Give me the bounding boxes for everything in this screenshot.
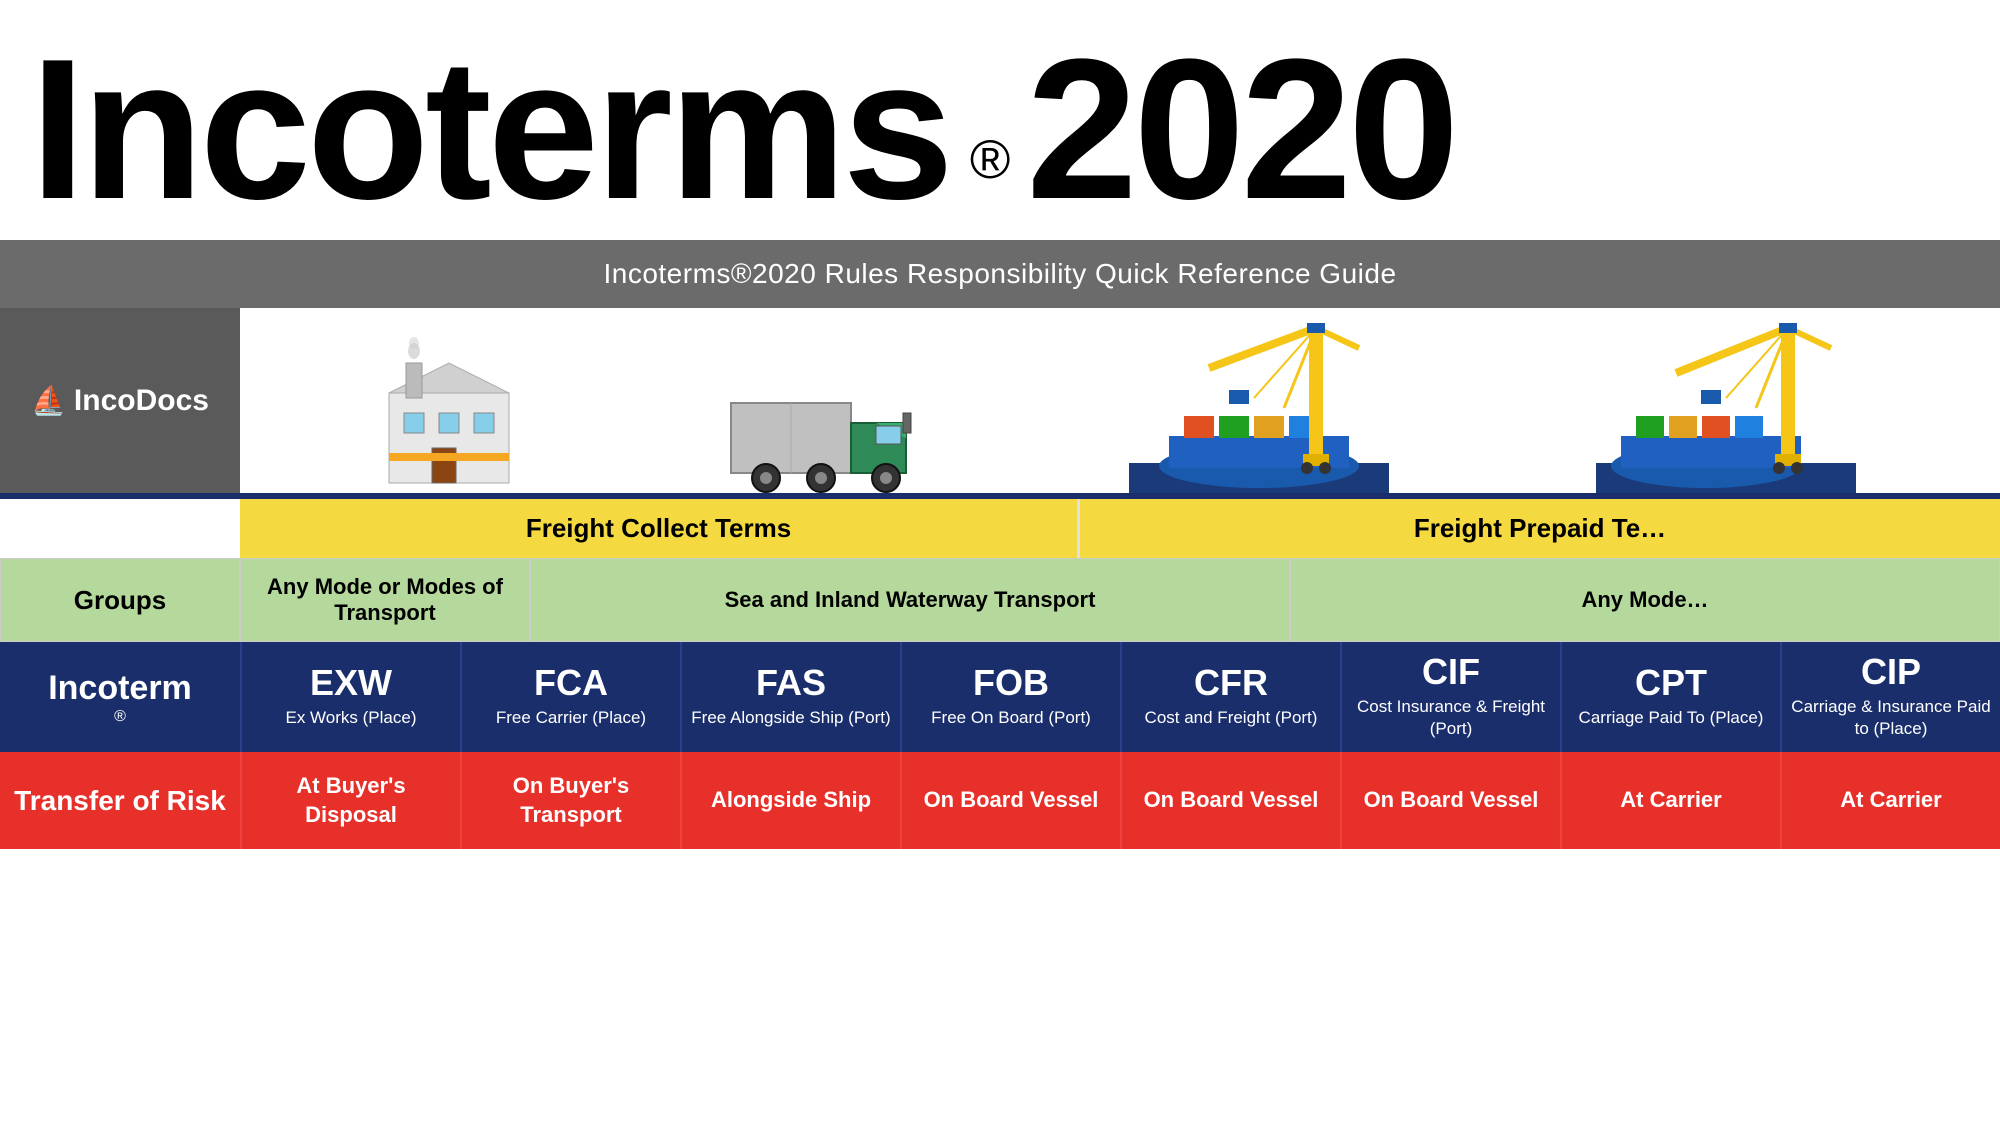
groups-label-text: Groups bbox=[74, 585, 166, 616]
risk-row: Transfer of Risk At Buyer's DisposalOn B… bbox=[0, 752, 2000, 849]
factory-illustration bbox=[384, 333, 514, 493]
freight-collect-label: Freight Collect Terms bbox=[526, 513, 791, 543]
incoterm-desc-exw: Ex Works (Place) bbox=[286, 707, 417, 729]
risk-cell-2: Alongside Ship bbox=[680, 752, 900, 849]
title-section: Incoterms ® 2020 bbox=[0, 0, 2000, 240]
incoterm-desc-cfr: Cost and Freight (Port) bbox=[1145, 707, 1318, 729]
incoterm-abbr-fca: FCA bbox=[534, 665, 608, 701]
groups-row: Groups Any Mode or Modes of Transport Se… bbox=[0, 558, 2000, 642]
incoterm-cell-cif: CIF Cost Insurance & Freight (Port) bbox=[1340, 642, 1560, 752]
incoterm-abbr-cfr: CFR bbox=[1194, 665, 1268, 701]
freight-prepaid-label: Freight Prepaid Te… bbox=[1414, 513, 1666, 543]
title-main: Incoterms bbox=[30, 30, 950, 230]
freight-collect-box: Freight Collect Terms bbox=[240, 499, 1080, 558]
incoterm-label-box: Incoterm ® bbox=[0, 642, 240, 752]
incoterm-cell-exw: EXW Ex Works (Place) bbox=[240, 642, 460, 752]
incoterm-desc-fca: Free Carrier (Place) bbox=[496, 707, 646, 729]
incoterm-abbr-exw: EXW bbox=[310, 665, 392, 701]
risk-cell-0: At Buyer's Disposal bbox=[240, 752, 460, 849]
incoterm-abbr-cip: CIP bbox=[1861, 654, 1921, 690]
incoterm-cell-fas: FAS Free Alongside Ship (Port) bbox=[680, 642, 900, 752]
incoterm-abbr-fas: FAS bbox=[756, 665, 826, 701]
registered-mark: ® bbox=[970, 132, 1007, 187]
risk-cell-4: On Board Vessel bbox=[1120, 752, 1340, 849]
groups-sea-text: Sea and Inland Waterway Transport bbox=[725, 587, 1096, 613]
incoterm-desc-cif: Cost Insurance & Freight (Port) bbox=[1350, 696, 1552, 740]
freight-prepaid-box: Freight Prepaid Te… bbox=[1080, 499, 2000, 558]
risk-cell-6: At Carrier bbox=[1560, 752, 1780, 849]
groups-any-mode-right-text: Any Mode… bbox=[1581, 587, 1708, 613]
incoterm-cell-cfr: CFR Cost and Freight (Port) bbox=[1120, 642, 1340, 752]
incoterm-cell-cip: CIP Carriage & Insurance Paid to (Place) bbox=[1780, 642, 2000, 752]
illustration-area bbox=[240, 308, 2000, 493]
incoterm-cell-fob: FOB Free On Board (Port) bbox=[900, 642, 1120, 752]
subtitle-bar: Incoterms®2020 Rules Responsibility Quic… bbox=[0, 240, 2000, 308]
logo-name: IncoDocs bbox=[74, 384, 209, 418]
illustration-row: ⛵ IncoDocs bbox=[0, 308, 2000, 499]
incoterm-cell-fca: FCA Free Carrier (Place) bbox=[460, 642, 680, 752]
incoterm-desc-cip: Carriage & Insurance Paid to (Place) bbox=[1790, 696, 1992, 740]
port2-illustration bbox=[1596, 318, 1856, 493]
incoterm-desc-fob: Free On Board (Port) bbox=[931, 707, 1091, 729]
incoterm-cells: EXW Ex Works (Place) FCA Free Carrier (P… bbox=[240, 642, 2000, 752]
incoterm-abbr-cif: CIF bbox=[1422, 654, 1480, 690]
risk-cell-5: On Board Vessel bbox=[1340, 752, 1560, 849]
groups-sea: Sea and Inland Waterway Transport bbox=[530, 558, 1290, 642]
port1-illustration bbox=[1129, 318, 1389, 493]
subtitle-text: Incoterms®2020 Rules Responsibility Quic… bbox=[603, 258, 1396, 289]
groups-any-mode: Any Mode or Modes of Transport bbox=[240, 558, 530, 642]
risk-cell-7: At Carrier bbox=[1780, 752, 2000, 849]
risk-cell-3: On Board Vessel bbox=[900, 752, 1120, 849]
incoterm-desc-fas: Free Alongside Ship (Port) bbox=[691, 707, 890, 729]
risk-label-text: Transfer of Risk bbox=[14, 785, 226, 817]
freight-terms-row: Freight Collect Terms Freight Prepaid Te… bbox=[0, 499, 2000, 558]
incoterm-abbr-cpt: CPT bbox=[1635, 665, 1707, 701]
incoterm-row: Incoterm ® EXW Ex Works (Place) FCA Free… bbox=[0, 642, 2000, 752]
groups-any-mode-text: Any Mode or Modes of Transport bbox=[251, 574, 519, 626]
risk-label-box: Transfer of Risk bbox=[0, 752, 240, 849]
risk-cell-1: On Buyer's Transport bbox=[460, 752, 680, 849]
risk-cells: At Buyer's DisposalOn Buyer's TransportA… bbox=[240, 752, 2000, 849]
groups-label: Groups bbox=[0, 558, 240, 642]
incoterm-abbr-fob: FOB bbox=[973, 665, 1049, 701]
title-year: 2020 bbox=[1026, 30, 1455, 230]
incoterm-cell-cpt: CPT Carriage Paid To (Place) bbox=[1560, 642, 1780, 752]
logo-box: ⛵ IncoDocs bbox=[0, 308, 240, 493]
incoterm-section-label: Incoterm bbox=[48, 669, 192, 708]
groups-any-mode-right: Any Mode… bbox=[1290, 558, 2000, 642]
truck-illustration bbox=[721, 383, 921, 493]
logo-icon: ⛵ bbox=[31, 384, 66, 417]
incoterm-desc-cpt: Carriage Paid To (Place) bbox=[1579, 707, 1764, 729]
